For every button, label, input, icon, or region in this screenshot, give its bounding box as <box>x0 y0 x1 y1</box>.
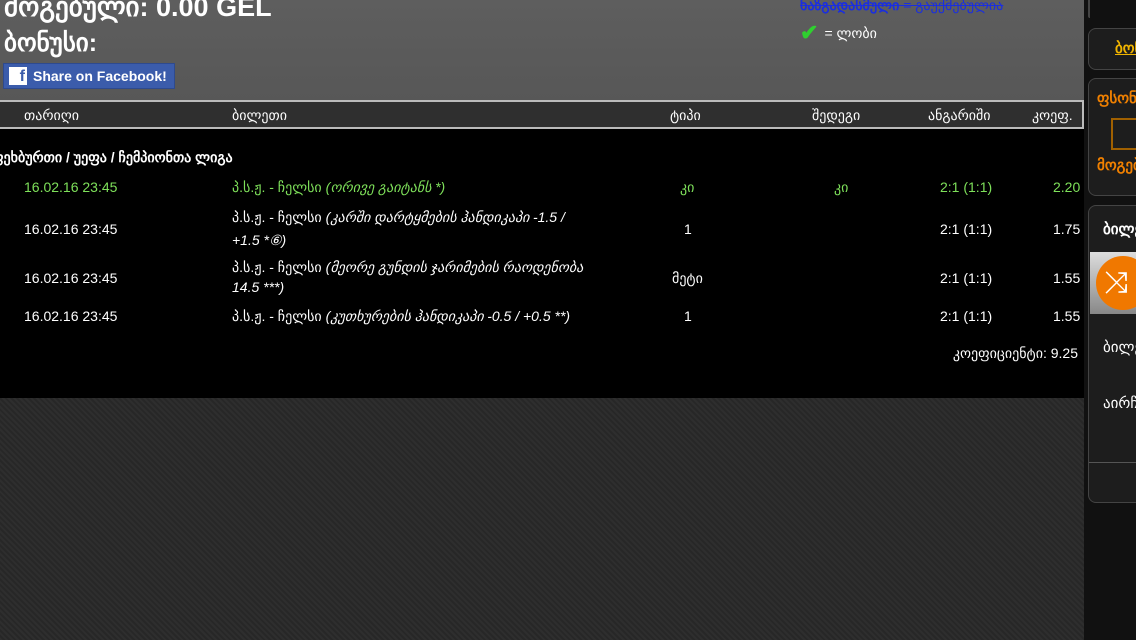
shuffle-icon: ⤨ <box>1096 256 1136 310</box>
row-ticket: პ.ს.ჟ. - ჩელსი (კუთხურების ჰანდიკაპი -0.… <box>232 308 570 325</box>
row-date: 16.02.16 23:45 <box>24 270 118 286</box>
row-bet-continued: 14.5 ***) <box>232 279 285 295</box>
row-bet-continued: +1.5 *⑥) <box>232 232 287 248</box>
row-score: 2:1 (1:1) <box>940 308 993 324</box>
facebook-icon: f <box>9 67 27 85</box>
row-score: 2:1 (1:1) <box>940 270 993 286</box>
row-odds: 1.75 <box>1053 221 1081 237</box>
share-facebook-button[interactable]: f Share on Facebook! <box>3 63 175 89</box>
table-header: თარიღი ბილეთი ტიპი შედეგი ანგარიში კოეფ. <box>0 100 1084 129</box>
row-match: პ.ს.ჟ. - ჩელსი <box>232 308 322 324</box>
row-bet: (კუთხურების ჰანდიკაპი -0.5 / +0.5 **) <box>325 308 571 324</box>
account-summary: მოგებული: 0.00 GEL ბონუსი: f Share on Fac… <box>0 0 1084 101</box>
legend-strike-meaning: = გაუქმებულია <box>899 0 1004 13</box>
row-type: მეტი <box>672 270 703 286</box>
sidebar-tickets-item[interactable]: ბილეთი <box>1103 338 1136 356</box>
column-type: ტიპი <box>670 107 701 123</box>
sidebar-bet-panel: ფსონი მოგება <box>1088 78 1136 196</box>
legend-cancelled: ხაზგადასმული = გაუქმებულია <box>800 0 1003 14</box>
share-facebook-label: Share on Facebook! <box>33 68 167 84</box>
row-type: კი <box>680 179 695 195</box>
column-ticket: ბილეთი <box>232 107 287 123</box>
sidebar-tickets-panel: ბილეთები ბილეთი აირჩიე <box>1088 205 1136 503</box>
row-date: 16.02.16 23:45 <box>24 308 118 324</box>
column-result: შედეგი <box>812 107 861 123</box>
right-sidebar: ბონუსი ფსონი მოგება ბილეთები ბილეთი აირჩ… <box>1084 0 1136 640</box>
total-odds: კოეფიციენტი: 9.25 <box>952 345 1078 361</box>
row-score: 2:1 (1:1) <box>940 179 993 195</box>
column-odds: კოეფ. <box>1032 107 1073 123</box>
winnings-label: მოგებული: 0.00 GEL <box>4 0 272 22</box>
sidebar-choose-item[interactable]: აირჩიე <box>1103 394 1136 412</box>
row-ticket: პ.ს.ჟ. - ჩელსი (კარში დარტყმების ჰანდიკა… <box>232 209 565 226</box>
sidebar-win-label: მოგება <box>1097 156 1136 174</box>
legend-win: ✔ = ლობი <box>800 20 877 46</box>
bonus-label: ბონუსი: <box>4 29 98 57</box>
row-odds: 2.20 <box>1053 179 1081 195</box>
sidebar-bet-input[interactable] <box>1111 117 1136 150</box>
legend-check-text: = ლობი <box>824 24 877 41</box>
row-date: 16.02.16 23:45 <box>24 179 118 195</box>
row-match: პ.ს.ჟ. - ჩელსი <box>232 259 322 275</box>
row-type: 1 <box>684 221 692 237</box>
sidebar-tickets-title: ბილეთები <box>1103 221 1136 238</box>
row-bet: (მეორე გუნდის ჯარიმების რაოდენობა <box>325 259 583 275</box>
bet-table: ფეხბურთი / უეფა / ჩემპიონთა ლიგა 16.02.1… <box>0 129 1084 398</box>
check-icon: ✔ <box>800 20 819 45</box>
row-ticket: პ.ს.ჟ. - ჩელსი (ორივე გაიტანს *) <box>232 179 445 196</box>
sidebar-top-button[interactable] <box>1088 0 1090 18</box>
column-score: ანგარიში <box>928 107 991 123</box>
divider <box>1089 462 1136 463</box>
row-date: 16.02.16 23:45 <box>24 221 118 237</box>
row-match: პ.ს.ჟ. - ჩელსი <box>232 209 322 225</box>
sidebar-bonus-link[interactable]: ბონუსი <box>1088 28 1136 70</box>
row-ticket: პ.ს.ჟ. - ჩელსი (მეორე გუნდის ჯარიმების რ… <box>232 259 583 276</box>
row-odds: 1.55 <box>1053 270 1081 286</box>
sidebar-bet-label: ფსონი <box>1097 90 1136 107</box>
row-score: 2:1 (1:1) <box>940 221 993 237</box>
shuffle-button[interactable]: ⤨ <box>1090 252 1136 314</box>
row-bet: (კარში დარტყმების ჰანდიკაპი -1.5 / <box>325 209 565 225</box>
row-type: 1 <box>684 308 692 324</box>
league-title: ფეხბურთი / უეფა / ჩემპიონთა ლიგა <box>0 149 233 165</box>
row-odds: 1.55 <box>1053 308 1081 324</box>
row-bet: (ორივე გაიტანს *) <box>325 179 446 195</box>
row-match: პ.ს.ჟ. - ჩელსი <box>232 179 322 195</box>
row-result: კი <box>834 179 849 195</box>
background <box>0 398 1136 640</box>
legend-strike-text: ხაზგადასმული <box>800 0 900 13</box>
column-date: თარიღი <box>24 107 79 123</box>
